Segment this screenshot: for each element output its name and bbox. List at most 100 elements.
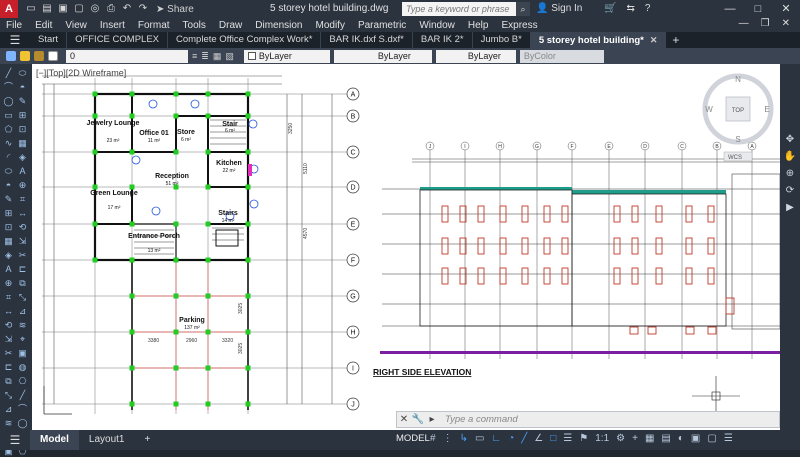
draw-tool-icon[interactable]: ∿: [3, 138, 14, 149]
draw-tool-icon[interactable]: ⊿: [17, 306, 28, 317]
customize-icon[interactable]: ☰: [724, 433, 733, 444]
doc-minimize-icon[interactable]: —: [739, 18, 749, 29]
object-snap-tracking-icon[interactable]: ∠: [534, 433, 543, 444]
units-icon[interactable]: ▦: [645, 433, 654, 444]
draw-tool-icon[interactable]: ≋: [3, 418, 14, 429]
tab-bar-ik-2[interactable]: BAR IK 2*: [413, 32, 473, 48]
draw-tool-icon[interactable]: ⌒: [3, 82, 14, 93]
draw-tool-icon[interactable]: ◓: [3, 180, 14, 191]
draw-tool-icon[interactable]: ╱: [17, 390, 28, 401]
menu-modify[interactable]: Modify: [316, 20, 345, 31]
draw-tool-icon[interactable]: ▦: [3, 236, 14, 247]
infer-icon[interactable]: ↳: [460, 433, 468, 444]
draw-tool-icon[interactable]: ⊏: [17, 264, 28, 275]
minimize-icon[interactable]: —: [716, 0, 744, 18]
draw-tool-icon[interactable]: ◈: [3, 250, 14, 261]
new-tab-icon[interactable]: +: [672, 33, 679, 47]
draw-tool-icon[interactable]: ▣: [17, 348, 28, 359]
showmotion-icon[interactable]: ▶: [786, 202, 794, 213]
app-logo-icon[interactable]: A: [0, 0, 18, 18]
menu-dimension[interactable]: Dimension: [255, 20, 302, 31]
draw-tool-icon[interactable]: ◯: [17, 418, 28, 429]
draw-tool-icon[interactable]: ✂: [17, 250, 28, 261]
orbit-icon[interactable]: ⟳: [786, 185, 794, 196]
draw-tool-icon[interactable]: ⧉: [17, 278, 28, 289]
draw-tool-icon[interactable]: ⊡: [3, 222, 14, 233]
menu-help[interactable]: Help: [468, 20, 489, 31]
command-input[interactable]: Type a command: [445, 414, 518, 425]
open-icon[interactable]: ▤: [40, 3, 54, 15]
clean-screen-icon[interactable]: ▢: [707, 433, 716, 444]
draw-tool-icon[interactable]: ⬭: [17, 68, 28, 79]
grid-icon[interactable]: #: [430, 433, 436, 444]
annotation-monitor-icon[interactable]: +: [632, 433, 638, 444]
tab-jumbo-b[interactable]: Jumbo B*: [473, 32, 531, 48]
close-icon[interactable]: ✕: [772, 0, 800, 18]
menu-hamburger-icon[interactable]: ☰: [0, 33, 30, 47]
ortho-icon[interactable]: ∟: [491, 433, 501, 444]
viewcube-e[interactable]: E: [764, 105, 769, 114]
maximize-icon[interactable]: □: [744, 0, 772, 18]
isodraft-icon[interactable]: ╱: [521, 433, 527, 444]
draw-tool-icon[interactable]: ◜: [3, 152, 14, 163]
draw-tool-icon[interactable]: ⬠: [3, 124, 14, 135]
draw-tool-icon[interactable]: ▦: [17, 138, 28, 149]
annotation-scale-value[interactable]: 1:1: [595, 433, 609, 444]
add-layout-icon[interactable]: +: [134, 430, 160, 450]
draw-tool-icon[interactable]: ≋: [17, 320, 28, 331]
draw-tool-icon[interactable]: ⟲: [17, 222, 28, 233]
isolate-icon[interactable]: ◐: [678, 433, 684, 444]
undo-icon[interactable]: ↶: [120, 3, 134, 15]
draw-tool-icon[interactable]: ⊏: [3, 362, 14, 373]
help-icon[interactable]: ?: [645, 3, 651, 14]
menu-draw[interactable]: Draw: [219, 20, 242, 31]
draw-tool-icon[interactable]: ⟲: [3, 320, 14, 331]
web-icon[interactable]: ◎: [88, 3, 102, 15]
draw-tool-icon[interactable]: ⌗: [17, 194, 28, 205]
model-space-button[interactable]: MODEL: [396, 433, 430, 444]
menu-express[interactable]: Express: [501, 20, 537, 31]
save-as-icon[interactable]: ▢: [72, 3, 86, 15]
draw-tool-icon[interactable]: ↔: [3, 306, 14, 317]
steering-wheel-icon[interactable]: ✥: [786, 134, 794, 145]
draw-tool-icon[interactable]: ↔: [17, 208, 28, 219]
draw-tool-icon[interactable]: ▭: [3, 110, 14, 121]
tab-bar-ik[interactable]: BAR IK.dxf S.dxf*: [321, 32, 413, 48]
viewport-controls-label[interactable]: [−][Top][2D Wireframe]: [36, 68, 126, 78]
draw-tool-icon[interactable]: ✎: [17, 96, 28, 107]
draw-tool-icon[interactable]: ◈: [17, 152, 28, 163]
lineweight-icon[interactable]: ☰: [563, 433, 572, 444]
viewcube-s[interactable]: S: [735, 135, 740, 144]
menu-edit[interactable]: Edit: [35, 20, 52, 31]
menu-view[interactable]: View: [65, 20, 87, 31]
menu-insert[interactable]: Insert: [100, 20, 125, 31]
draw-tool-icon[interactable]: ⇲: [17, 236, 28, 247]
draw-tool-icon[interactable]: ⤡: [3, 390, 14, 401]
layer-iso-icon[interactable]: ▦: [213, 51, 222, 62]
draw-tool-icon[interactable]: ⌒: [17, 404, 28, 415]
sign-in-button[interactable]: 👤 Sign In: [536, 3, 582, 14]
layer-dropdown[interactable]: 0: [66, 49, 188, 63]
command-prompt-icon[interactable]: ▸: [425, 414, 439, 425]
linetype-dropdown[interactable]: ByLayer: [333, 49, 432, 63]
color-dropdown[interactable]: ByLayer: [243, 49, 330, 63]
draw-tool-icon[interactable]: ⬭: [3, 166, 14, 177]
draw-tool-icon[interactable]: ⊡: [17, 124, 28, 135]
plot-icon[interactable]: ⎙: [104, 3, 118, 15]
tab-model[interactable]: Model: [30, 430, 79, 450]
zoom-icon[interactable]: ⊕: [786, 168, 794, 179]
menu-format[interactable]: Format: [138, 20, 170, 31]
graphics-icon[interactable]: ▣: [691, 433, 700, 444]
draw-tool-icon[interactable]: ⎔: [17, 376, 28, 387]
menu-parametric[interactable]: Parametric: [358, 20, 406, 31]
draw-tool-icon[interactable]: ◓: [17, 82, 28, 93]
tab-office-complex[interactable]: OFFICE COMPLEX: [67, 32, 168, 48]
draw-tool-icon[interactable]: A: [3, 264, 14, 275]
snap-icon[interactable]: ⋮: [443, 433, 453, 444]
lineweight-dropdown[interactable]: ByLayer: [435, 49, 516, 63]
draw-tool-icon[interactable]: ◍: [17, 362, 28, 373]
layer-properties-icon[interactable]: [6, 51, 16, 61]
draw-tool-icon[interactable]: ⌗: [3, 292, 14, 303]
menu-window[interactable]: Window: [419, 20, 455, 31]
draw-tool-icon[interactable]: ✂: [3, 348, 14, 359]
